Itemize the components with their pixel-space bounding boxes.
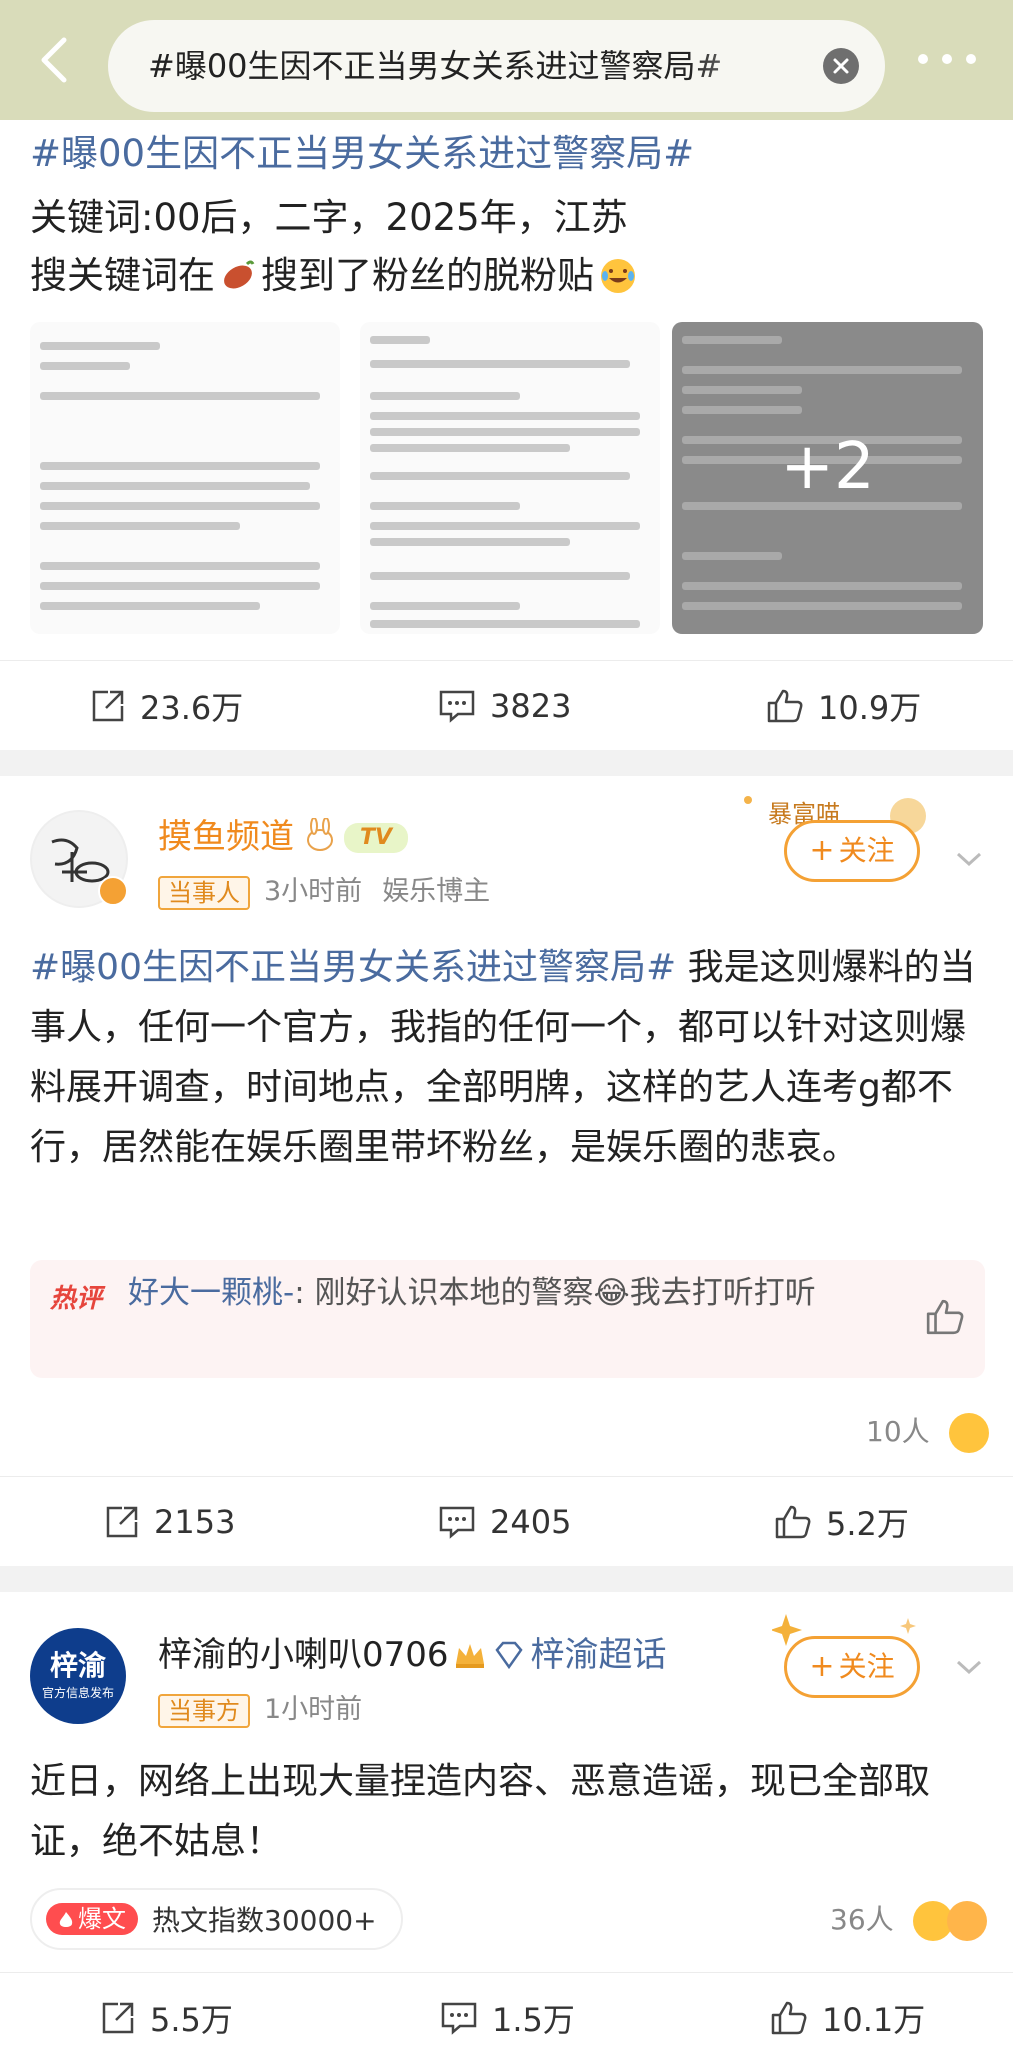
avatar-text: 梓渝: [49, 1649, 106, 1682]
author-name[interactable]: 摸鱼频道 TV: [158, 814, 409, 860]
avatar[interactable]: 梓渝 官方信息发布: [30, 1628, 126, 1724]
like-button[interactable]: 10.1万: [770, 1973, 925, 2063]
search-query: #曝00生因不正当男女关系进过警察局#: [148, 47, 723, 85]
repost-count: 2153: [154, 1503, 236, 1541]
hot-comment-label: 热评: [50, 1284, 103, 1314]
share-icon: [106, 1506, 138, 1538]
rabbit-icon: [307, 817, 333, 851]
hot-article-badge: 爆文: [46, 1903, 138, 1935]
author-role: 娱乐博主: [382, 876, 491, 907]
author-name[interactable]: 梓渝的小喇叭0706 梓渝超话: [158, 1632, 667, 1678]
post-card-1[interactable]: #曝00生因不正当男女关系进过警察局# 关键词:00后，二字，2025年，江苏 …: [0, 120, 1013, 750]
hot-comment[interactable]: 热评 好大一颗桃-: 刚好认识本地的警察😂我去打听打听: [30, 1260, 985, 1378]
back-arrow-icon: [41, 37, 67, 83]
post-meta: 当事方 1小时前: [158, 1690, 362, 1730]
comment-icon: [441, 2002, 477, 2035]
post-actions: 23.6万 3823 10.9万: [0, 660, 1013, 750]
verified-badge-icon: [98, 876, 128, 906]
post-actions: 5.5万 1.5万 10.1万: [0, 1972, 1013, 2062]
comment-icon: [439, 1506, 475, 1539]
back-button[interactable]: [30, 30, 80, 90]
comment-button[interactable]: 1.5万: [440, 1973, 575, 2063]
laugh-cry-emoji-icon: [601, 259, 635, 293]
thumbs-up-icon[interactable]: [925, 1298, 965, 1336]
laughing-emoji-icon: [947, 1901, 988, 1941]
reaction-count: 10人: [866, 1415, 930, 1448]
laughing-emoji-icon: [948, 1413, 989, 1453]
topic-link[interactable]: #曝00生因不正当男女关系进过警察局#: [30, 126, 694, 182]
thumbs-up-icon: [775, 1505, 811, 1539]
post-meta: 当事人 3小时前 娱乐博主: [158, 872, 490, 912]
repost-count: 23.6万: [140, 689, 244, 727]
post-time: 3小时前: [264, 876, 363, 907]
topic-link[interactable]: #曝00生因不正当男女关系进过警察局#: [30, 947, 676, 988]
chevron-down-icon[interactable]: [954, 1652, 984, 1682]
avatar-subtext: 官方信息发布: [41, 1686, 114, 1700]
post-time: 1小时前: [264, 1694, 363, 1725]
share-icon: [102, 2002, 134, 2034]
post-actions: 2153 2405 5.2万: [0, 1476, 1013, 1566]
more-options-button[interactable]: [918, 50, 978, 70]
comment-count: 2405: [490, 1503, 572, 1541]
comment-count: 1.5万: [492, 2001, 575, 2039]
post-body: 近日，网络上出现大量捏造内容、恶意造谣，现已全部取证，绝不姑息！: [30, 1761, 931, 1862]
like-count: 10.9万: [818, 689, 922, 727]
reaction-summary[interactable]: 36人: [830, 1898, 988, 1941]
comment-button[interactable]: 3823: [438, 661, 571, 751]
comment-button[interactable]: 2405: [438, 1477, 571, 1567]
like-button[interactable]: 10.9万: [766, 661, 921, 751]
crown-icon: [455, 1644, 484, 1668]
comment-count: 3823: [490, 687, 572, 725]
clear-search-button[interactable]: [823, 48, 859, 84]
follow-button[interactable]: + 关注: [784, 1636, 920, 1698]
like-count: 5.2万: [826, 1505, 909, 1543]
share-icon: [92, 690, 124, 722]
repost-count: 5.5万: [150, 2001, 233, 2039]
post-image-1[interactable]: [30, 322, 340, 634]
party-tag: 当事方: [158, 1693, 250, 1728]
like-button[interactable]: 5.2万: [774, 1477, 909, 1567]
hot-comment-text: 好大一颗桃-: 刚好认识本地的警察😂我去打听打听: [128, 1275, 816, 1311]
close-icon: [833, 58, 849, 74]
thumbs-up-icon: [771, 2001, 807, 2035]
top-bar: #曝00生因不正当男女关系进过警察局#: [0, 0, 1013, 120]
reaction-count: 36人: [830, 1903, 894, 1936]
diamond-icon: [494, 1641, 523, 1670]
post-text-line: 关键词:00后，二字，2025年，江苏: [30, 196, 628, 239]
post-text-line: 搜关键词在 搜到了粉丝的脱粉贴: [30, 248, 638, 304]
tv-badge: TV: [344, 823, 409, 853]
post-card-3[interactable]: 梓渝 官方信息发布 梓渝的小喇叭0706 梓渝超话 当事方 1小时前 + 关注 近日，…: [0, 1592, 1013, 2068]
hot-comment-user[interactable]: 好大一颗桃-: [128, 1275, 294, 1311]
follow-button[interactable]: + 关注: [784, 820, 920, 882]
repost-button[interactable]: 5.5万: [100, 1973, 233, 2063]
chevron-down-icon[interactable]: [954, 844, 984, 874]
like-count: 10.1万: [822, 2001, 926, 2039]
search-input[interactable]: #曝00生因不正当男女关系进过警察局#: [108, 20, 885, 112]
hot-index-badge[interactable]: 爆文 热文指数30000+: [30, 1888, 403, 1950]
thumbs-up-icon: [767, 689, 803, 723]
post-body: #曝00生因不正当男女关系进过警察局# 我是这则爆料的当事人，任何一个官方，我指…: [30, 938, 985, 1178]
fire-icon: [59, 1912, 73, 1927]
hot-index-text: 热文指数30000+: [152, 1904, 377, 1937]
party-tag: 当事人: [158, 875, 250, 910]
post-image-3[interactable]: +2: [672, 322, 983, 634]
reaction-summary[interactable]: 10人: [866, 1410, 989, 1453]
sweet-potato-icon: [224, 260, 255, 289]
repost-button[interactable]: 2153: [104, 1477, 235, 1567]
super-topic-link[interactable]: 梓渝超话: [531, 1635, 667, 1675]
more-images-count: +2: [780, 430, 875, 504]
repost-button[interactable]: 23.6万: [90, 661, 243, 751]
post-card-2[interactable]: 摸鱼频道 TV 当事人 3小时前 娱乐博主 暴富喵 + 关注 #曝00生因不正当男女关系…: [0, 776, 1013, 1566]
post-image-2[interactable]: [360, 322, 660, 634]
comment-icon: [439, 690, 475, 723]
